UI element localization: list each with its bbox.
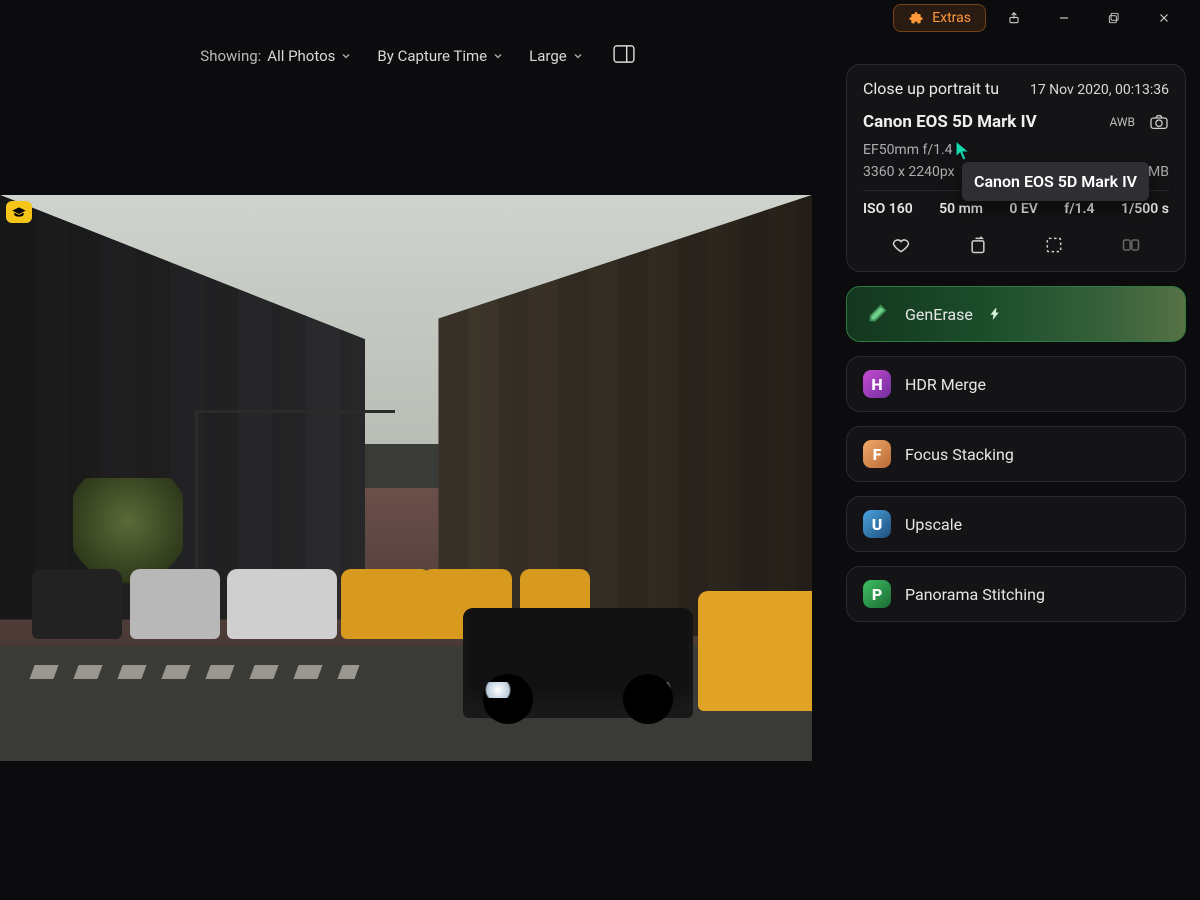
camera-icon[interactable] xyxy=(1149,114,1169,130)
photo-date: 17 Nov 2020, 00:13:36 xyxy=(1030,82,1169,98)
viewer-toolbar: Showing: All Photos By Capture Time Larg… xyxy=(0,38,835,74)
tool-label: HDR Merge xyxy=(905,375,986,394)
sort-value: By Capture Time xyxy=(377,47,487,65)
exif-iso: ISO 160 xyxy=(863,201,913,217)
dimensions: 3360 x 2240px xyxy=(863,164,955,180)
camera-tooltip: Canon EOS 5D Mark IV xyxy=(962,162,1149,201)
bolt-icon xyxy=(989,308,1001,320)
graduation-icon xyxy=(11,206,27,218)
chevron-down-icon xyxy=(573,51,583,61)
favorite-button[interactable] xyxy=(881,231,921,259)
photo-content xyxy=(0,195,812,761)
tool-label: Upscale xyxy=(905,515,962,534)
tool-focus-stacking[interactable]: F Focus Stacking xyxy=(846,426,1186,482)
rating-badge[interactable] xyxy=(6,201,32,223)
tile-u-icon: U xyxy=(863,510,891,538)
tool-panorama[interactable]: P Panorama Stitching xyxy=(846,566,1186,622)
close-button[interactable] xyxy=(1142,2,1186,34)
card-actions xyxy=(863,227,1169,261)
white-balance-label: AWB xyxy=(1109,115,1135,129)
eraser-icon xyxy=(863,300,891,328)
image-viewer[interactable] xyxy=(0,195,812,761)
tool-hdr-merge[interactable]: H HDR Merge xyxy=(846,356,1186,412)
tool-label: Panorama Stitching xyxy=(905,585,1045,604)
share-icon xyxy=(1007,11,1021,25)
sort-dropdown[interactable]: By Capture Time xyxy=(377,47,503,65)
filter-dropdown[interactable]: Showing: All Photos xyxy=(200,47,351,65)
tile-p-icon: P xyxy=(863,580,891,608)
tile-f-icon: F xyxy=(863,440,891,468)
size-dropdown[interactable]: Large xyxy=(529,47,583,65)
chevron-down-icon xyxy=(341,51,351,61)
window-titlebar: Extras xyxy=(893,0,1200,36)
exif-shutter: 1/500 s xyxy=(1121,201,1169,217)
close-icon xyxy=(1157,11,1171,25)
tool-upscale[interactable]: U Upscale xyxy=(846,496,1186,552)
size-value: Large xyxy=(529,47,567,65)
panel-icon xyxy=(613,45,635,63)
minimize-icon xyxy=(1057,11,1071,25)
tool-label: Focus Stacking xyxy=(905,445,1014,464)
crop-icon xyxy=(1044,235,1064,255)
compare-button[interactable] xyxy=(1111,231,1151,259)
extras-label: Extras xyxy=(932,10,971,26)
photo-title: Close up portrait tu xyxy=(863,79,999,98)
exif-focal: 50 mm xyxy=(939,201,983,217)
share-button[interactable] xyxy=(992,2,1036,34)
compare-icon xyxy=(1121,235,1141,255)
camera-model[interactable]: Canon EOS 5D Mark IV xyxy=(863,112,1037,132)
showing-prefix: Showing: xyxy=(200,47,261,65)
chevron-down-icon xyxy=(493,51,503,61)
tile-h-icon: H xyxy=(863,370,891,398)
extras-button[interactable]: Extras xyxy=(893,4,986,32)
right-panel: Close up portrait tu 17 Nov 2020, 00:13:… xyxy=(846,64,1186,622)
panel-toggle-button[interactable] xyxy=(613,45,635,67)
tool-generase[interactable]: GenErase xyxy=(846,286,1186,342)
filter-value: All Photos xyxy=(267,47,335,65)
rotate-button[interactable] xyxy=(958,231,998,259)
rotate-icon xyxy=(968,235,988,255)
crop-button[interactable] xyxy=(1034,231,1074,259)
maximize-button[interactable] xyxy=(1092,2,1136,34)
heart-icon xyxy=(891,235,911,255)
lens-info: EF50mm f/1.4 xyxy=(863,142,1169,158)
tool-label: GenErase xyxy=(905,305,973,324)
puzzle-icon xyxy=(908,10,924,26)
maximize-icon xyxy=(1107,11,1121,25)
exif-ev: 0 EV xyxy=(1009,201,1037,217)
minimize-button[interactable] xyxy=(1042,2,1086,34)
exif-aperture: f/1.4 xyxy=(1064,201,1094,217)
